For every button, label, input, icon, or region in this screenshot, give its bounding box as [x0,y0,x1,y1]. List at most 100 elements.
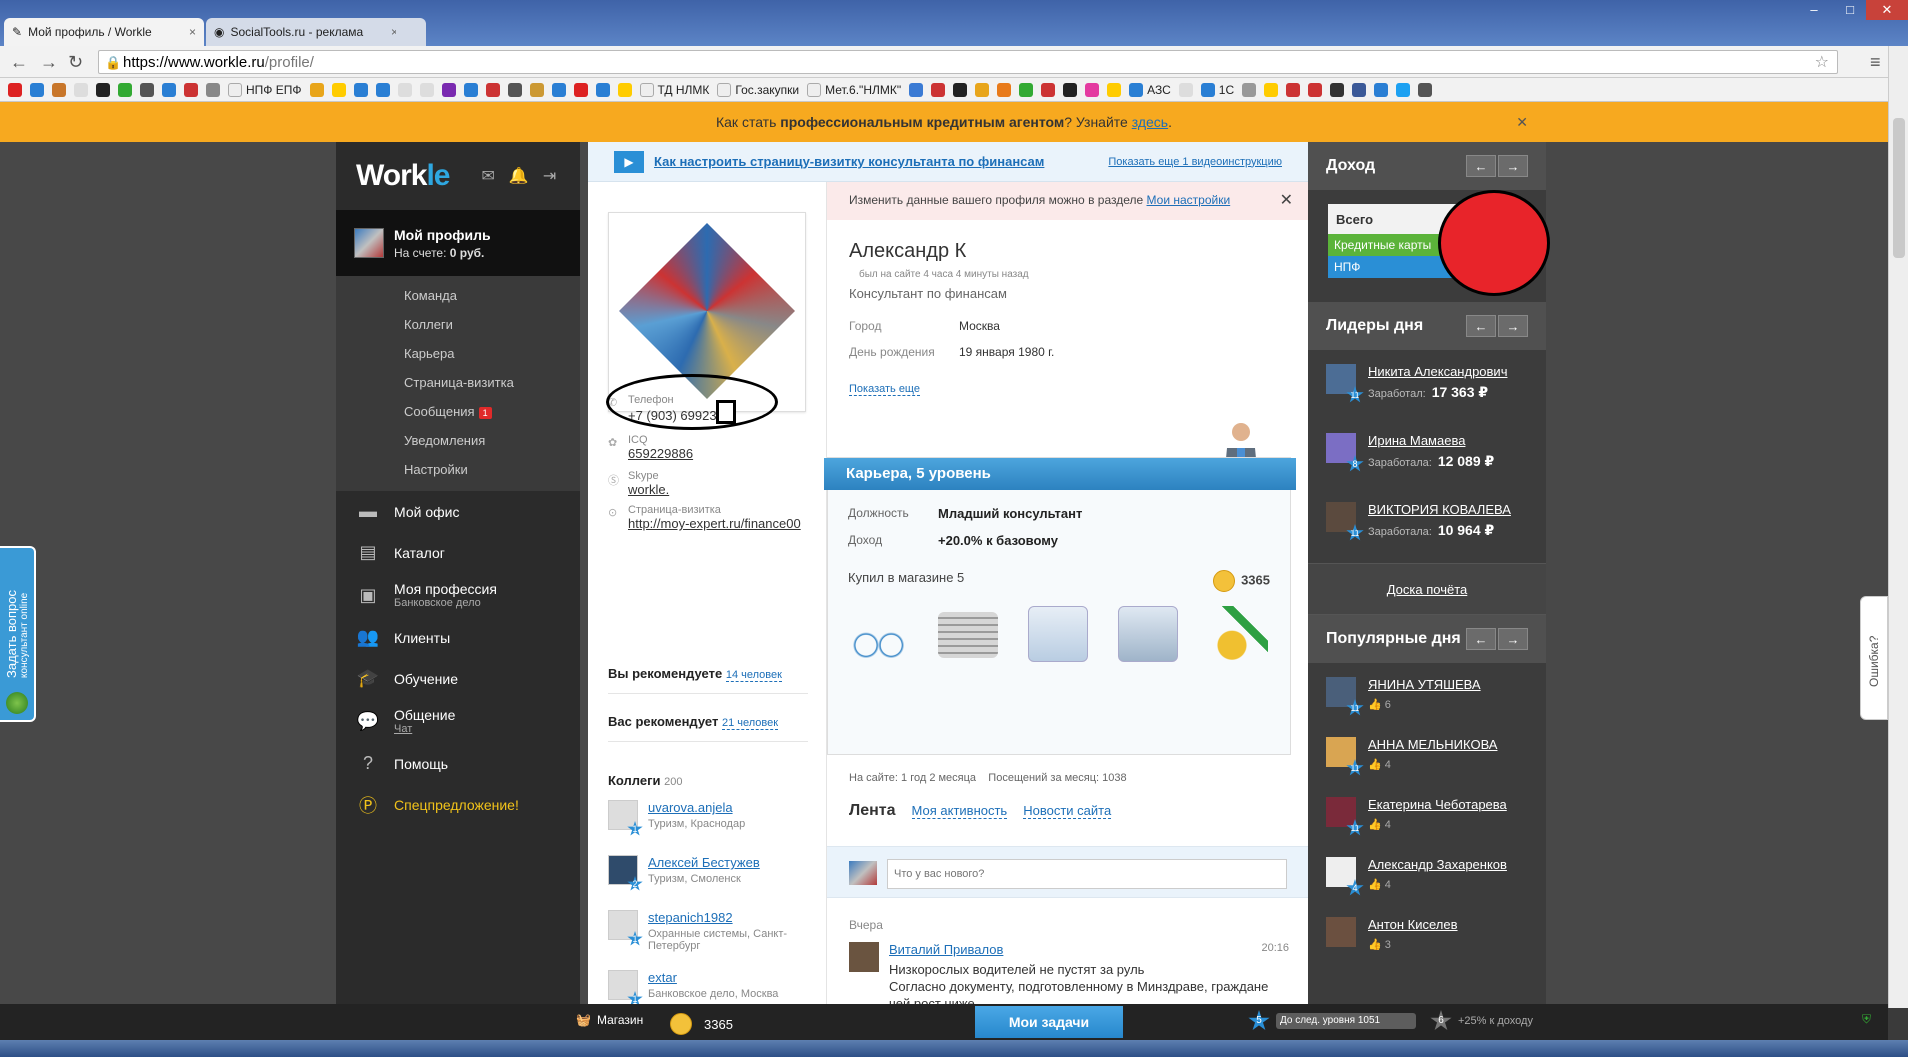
nav-communication[interactable]: 💬 Общение Чат [336,699,580,743]
career-title[interactable]: Карьера, 5 уровень [824,458,1296,490]
next-arrow-icon[interactable]: → [1498,155,1528,177]
bookmark-icon[interactable] [184,82,198,97]
bookmark-icon[interactable] [140,82,154,97]
bookmark-icon[interactable] [419,82,434,97]
scrollbar-thumb[interactable] [1893,118,1905,258]
prev-arrow-icon[interactable]: ← [1466,628,1496,650]
notice-link[interactable]: здесь [1132,114,1168,130]
server-icon[interactable] [938,612,998,658]
bell-icon[interactable]: 🔔 [509,166,529,186]
avatar[interactable] [849,942,879,972]
maximize-icon[interactable]: □ [1832,0,1868,20]
bookmark-icon[interactable] [96,82,110,97]
you-recommend-count[interactable]: 14 человек [725,669,782,682]
bookmark-goszakupki[interactable]: Гос.закупки [717,82,799,97]
avatar[interactable]: 11 [1326,502,1364,541]
icq-value[interactable]: 659229886 [628,446,693,461]
bookmark-icon[interactable] [1063,82,1078,97]
avatar[interactable]: 11 [1326,364,1364,403]
leader-name[interactable]: Ирина Мамаева [1368,433,1465,448]
minimize-icon[interactable]: – [1796,0,1832,20]
nav-special-offer[interactable]: Ⓟ Спецпредложение! [336,784,580,825]
popular-name[interactable]: Антон Киселев [1368,917,1458,932]
bookmark-icon[interactable] [573,82,588,97]
forward-icon[interactable]: → [40,52,58,73]
avatar[interactable]: 1 [608,910,643,946]
bookmark-icon[interactable] [1264,82,1279,97]
subnav-career[interactable]: Карьера [336,340,580,369]
avatar[interactable]: 11 [1326,797,1364,836]
bookmark-icon[interactable] [118,82,132,97]
bookmark-icon[interactable] [953,82,968,97]
bookmark-icon[interactable] [1041,82,1056,97]
avatar[interactable]: 11 [1326,677,1364,716]
subnav-settings[interactable]: Настройки [336,456,580,485]
tab-my-activity[interactable]: Моя активность [911,803,1008,819]
subnav-business-card[interactable]: Страница-визитка [336,369,580,398]
error-report-tab[interactable]: Ошибка? [1860,596,1888,720]
bookmark-icon[interactable] [162,82,176,97]
close-tab-icon[interactable]: × [189,25,196,39]
nav-help[interactable]: ? Помощь [336,743,580,784]
bookmark-met6[interactable]: Мет.6."НЛМК" [807,82,901,97]
close-notice-icon[interactable]: ✕ [1516,102,1528,142]
page-scrollbar[interactable] [1888,46,1908,1008]
tab-socialtools[interactable]: ◉ SocialTools.ru - реклама × [206,18,406,46]
my-tasks-button[interactable]: Мои задачи [975,1006,1123,1038]
bookmark-icon[interactable] [52,82,66,97]
bookmark-icon[interactable] [595,82,610,97]
next-arrow-icon[interactable]: → [1498,315,1528,337]
avatar[interactable] [1326,917,1356,947]
leader-name[interactable]: Никита Александрович [1368,364,1507,379]
recommends-you-count[interactable]: 21 человек [721,717,779,730]
colleague-name[interactable]: Алексей Бестужев [648,855,760,870]
subnav-notifications[interactable]: Уведомления [336,427,580,456]
reload-icon[interactable]: ↻ [68,52,83,73]
tab-my-profile[interactable]: ✎ Мой профиль / Workle × [4,18,204,46]
back-icon[interactable]: ← [10,52,28,73]
bookmark-icon[interactable] [353,82,368,97]
bookmark-td-nlmk[interactable]: ТД НЛМК [639,82,709,97]
subnav-colleagues[interactable]: Коллеги [336,311,580,340]
feed-author[interactable]: Виталий Привалов [889,942,1003,957]
bookmark-icon[interactable] [1352,82,1367,97]
bookmark-icon[interactable] [1178,82,1193,97]
id-card-help-icon[interactable] [1028,606,1088,662]
popular-name[interactable]: Екатерина Чеботарева [1368,797,1507,812]
bookmark-icon[interactable] [375,82,390,97]
bookmark-icon[interactable] [507,82,522,97]
popular-name[interactable]: ЯНИНА УТЯШЕВА [1368,677,1481,692]
nav-my-profession[interactable]: ▣ Моя профессия Банковское дело [336,573,580,617]
bookmark-icon[interactable] [1019,82,1034,97]
avatar[interactable]: 1 [608,800,643,836]
leader-name[interactable]: ВИКТОРИЯ КОВАЛЕВА [1368,502,1511,517]
bookmark-icon[interactable] [1085,82,1100,97]
bookmark-icon[interactable] [441,82,456,97]
bookmark-icon[interactable] [1418,82,1433,97]
bookmark-icon[interactable] [529,82,544,97]
whats-new-input[interactable] [887,859,1287,889]
subnav-team[interactable]: Команда [336,282,580,311]
my-settings-link[interactable]: Мои настройки [1147,193,1231,207]
next-arrow-icon[interactable]: → [1498,628,1528,650]
bookmark-icon[interactable] [74,82,88,97]
nav-catalog[interactable]: ▤ Каталог [336,532,580,573]
popular-name[interactable]: АННА МЕЛЬНИКОВА [1368,737,1497,752]
subnav-messages[interactable]: Сообщения 1 [336,398,580,427]
logout-icon[interactable]: ⇥ [543,166,556,186]
bookmark-icon[interactable] [8,82,22,97]
bookmark-icon[interactable] [1107,82,1122,97]
bookmark-1c[interactable]: 1С [1200,82,1234,97]
tab-site-news[interactable]: Новости сайта [1023,803,1112,819]
avatar[interactable]: 2 [608,855,643,891]
colleague-name[interactable]: uvarova.anjela [648,800,733,815]
bookmark-icon[interactable] [1396,82,1411,97]
tab-feed[interactable]: Лента [849,802,896,820]
bookmark-icon[interactable] [397,82,412,97]
exercise-bike-icon[interactable] [848,606,908,662]
bookmark-icon[interactable] [997,82,1012,97]
shield-icon[interactable]: ⛨ [1862,1012,1871,1027]
nav-sub-chat[interactable]: Чат [394,723,455,735]
popular-name[interactable]: Александр Захаренков [1368,857,1507,872]
bookmark-icon[interactable] [909,82,924,97]
